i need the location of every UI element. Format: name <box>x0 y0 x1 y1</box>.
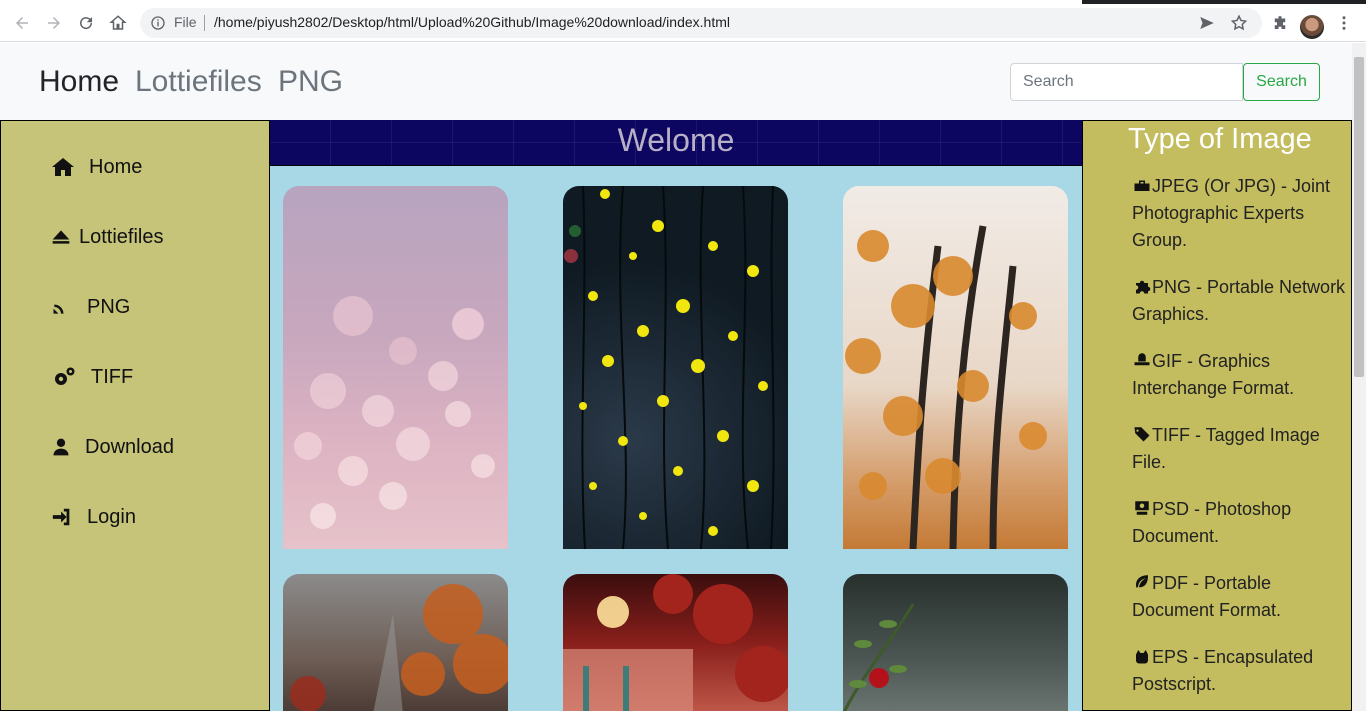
gallery-image-lights[interactable] <box>563 186 788 549</box>
gallery-image-autumn-tree[interactable] <box>843 186 1068 549</box>
sidebar-item-login[interactable]: Login <box>51 502 136 532</box>
url-text[interactable]: /home/piyush2802/Desktop/html/Upload%20G… <box>214 14 730 30</box>
gallery-image-wall-plant[interactable] <box>843 574 1068 711</box>
sidebar-item-home[interactable]: Home <box>51 152 142 182</box>
arrow-left-icon <box>16 17 28 29</box>
star-icon[interactable] <box>1230 14 1248 32</box>
red-leaves-image <box>563 574 788 711</box>
home-icon <box>52 158 74 176</box>
sign-in-icon <box>52 508 70 526</box>
sidebar-item-tiff[interactable]: TIFF <box>51 362 133 392</box>
sidebar-item-download[interactable]: Download <box>51 432 174 462</box>
autumn-road-image <box>290 584 508 711</box>
page-scrollbar[interactable] <box>1352 43 1366 711</box>
tags-icon <box>1134 427 1150 442</box>
browser-toolbar: File /home/piyush2802/Desktop/html/Uploa… <box>0 4 1366 42</box>
sidebar-item-label: Home <box>89 155 143 178</box>
gallery-panel: Welome <box>270 120 1082 711</box>
forward-button[interactable] <box>38 7 70 39</box>
send-icon[interactable] <box>1198 14 1216 32</box>
image-type-text: TIFF - Tagged Image File. <box>1132 425 1320 472</box>
image-type-text: PDF - Portable Document Format. <box>1132 573 1282 620</box>
eject-icon <box>52 230 70 244</box>
right-sidebar: Type of Image JPEG (Or JPG) - Joint Phot… <box>1082 120 1352 711</box>
cat-icon <box>1136 650 1148 664</box>
sidebar-item-label: Lottiefiles <box>79 225 164 248</box>
user-icon <box>53 438 69 456</box>
home-button[interactable] <box>102 7 134 39</box>
scrollbar-thumb[interactable] <box>1354 57 1364 377</box>
wall-plant-image <box>843 603 915 711</box>
welcome-title: Welome <box>617 122 735 158</box>
profile-avatar[interactable] <box>1300 15 1324 39</box>
image-type-text: GIF - Graphics Interchange Format. <box>1132 351 1295 398</box>
omnibox-separator <box>204 15 205 31</box>
puzzle-icon <box>1136 280 1151 294</box>
sidebar-item-label: TIFF <box>91 365 134 388</box>
search-input[interactable] <box>1010 63 1243 101</box>
image-type-text: PNG - Portable Network Graphics. <box>1132 277 1346 324</box>
navbar-brand-home[interactable]: Home <box>39 65 119 99</box>
image-types-title: Type of Image <box>1128 123 1312 155</box>
browser-home-icon <box>109 15 127 30</box>
image-type-psd: PSD - Photoshop Document. <box>1132 496 1350 550</box>
sidebar-item-lottiefiles[interactable]: Lottiefiles <box>51 222 164 252</box>
puzzle-piece-icon <box>1274 16 1286 29</box>
arrow-right-icon <box>48 17 60 29</box>
nav-link-lottiefiles[interactable]: Lottiefiles <box>135 65 262 99</box>
sidebar-item-label: Download <box>85 435 174 458</box>
browser-menu-button[interactable] <box>1328 7 1360 39</box>
image-type-text: JPEG (Or JPG) - Joint Photographic Exper… <box>1132 176 1331 250</box>
left-sidebar: Home Lottiefiles PNG TIFF Download Login <box>0 120 270 711</box>
reload-icon <box>80 17 93 30</box>
sidebar-item-png[interactable]: PNG <box>51 292 130 322</box>
address-bar[interactable]: File /home/piyush2802/Desktop/html/Uploa… <box>140 8 1262 38</box>
image-type-jpeg: JPEG (Or JPG) - Joint Photographic Exper… <box>1132 173 1350 254</box>
gallery-image-autumn-road[interactable] <box>283 574 508 711</box>
image-type-png: PNG - Portable Network Graphics. <box>1132 274 1350 328</box>
reload-button[interactable] <box>70 7 102 39</box>
satellite-dish-icon <box>53 304 64 314</box>
gears-icon <box>55 367 75 385</box>
image-type-tiff: TIFF - Tagged Image File. <box>1132 422 1350 476</box>
sidebar-item-label: Login <box>87 505 136 528</box>
tools-icon <box>1134 180 1150 191</box>
gallery-image-bokeh[interactable] <box>283 186 508 549</box>
hat-icon <box>1134 353 1150 366</box>
welcome-banner: Welome <box>270 120 1082 166</box>
teacher-icon <box>1135 501 1149 515</box>
kebab-menu-icon <box>1342 16 1346 30</box>
image-type-eps: EPS - Encapsulated Postscript. <box>1132 644 1350 698</box>
bokeh-image <box>294 296 495 529</box>
extensions-button[interactable] <box>1264 7 1296 39</box>
sidebar-item-label: PNG <box>87 295 131 318</box>
nav-link-png[interactable]: PNG <box>278 65 343 99</box>
gallery-image-red-leaves[interactable] <box>563 574 788 711</box>
info-icon[interactable] <box>150 15 166 31</box>
search-button[interactable]: Search <box>1243 63 1320 101</box>
top-navbar: Home Lottiefiles PNG Search <box>0 43 1352 120</box>
image-type-text: EPS - Encapsulated Postscript. <box>1132 647 1314 694</box>
file-scheme-label: File <box>174 14 197 30</box>
image-type-gif: GIF - Graphics Interchange Format. <box>1132 348 1350 402</box>
fairy-lights-image <box>564 186 775 549</box>
back-button[interactable] <box>6 7 38 39</box>
autumn-tree-image <box>845 225 1047 549</box>
image-type-text: PSD - Photoshop Document. <box>1132 499 1292 546</box>
image-type-pdf: PDF - Portable Document Format. <box>1132 570 1350 624</box>
leaf-icon <box>1136 575 1148 588</box>
